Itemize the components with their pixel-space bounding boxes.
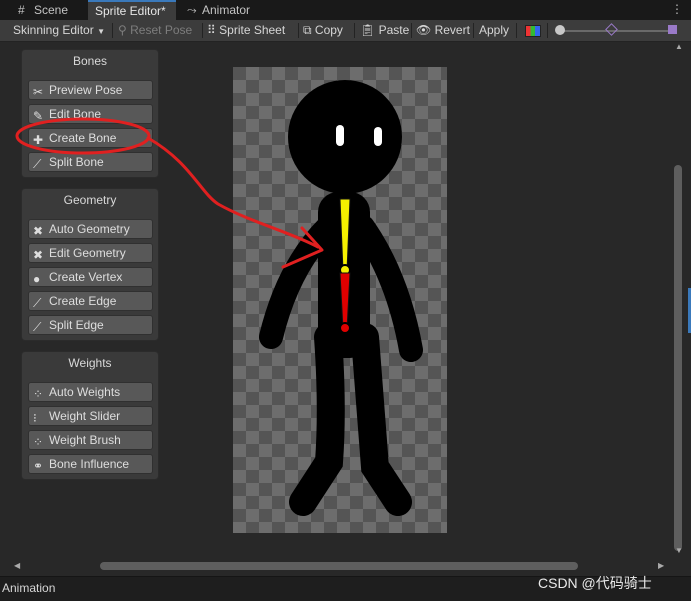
dropdown-arrow-icon: ▼	[97, 27, 105, 36]
revert-label: Revert	[434, 23, 470, 37]
sprite-viewport[interactable]: Bones ✂ Preview Pose ✎ Edit Bone ✚ Creat…	[0, 42, 691, 559]
zoom-slider-handle[interactable]	[555, 25, 565, 35]
tab-scene[interactable]: # Scene	[14, 0, 84, 20]
horizontal-scrollbar[interactable]: ◀ ▶	[0, 559, 691, 573]
apply-label: Apply	[479, 23, 510, 37]
watermark-text: CSDN @代码骑士	[538, 575, 652, 591]
grid-icon: #	[18, 3, 25, 17]
horizontal-scroll-thumb[interactable]	[100, 562, 578, 570]
paste-icon: 📋︎	[360, 23, 376, 37]
mip-max-icon	[668, 25, 677, 34]
mip-marker-icon	[605, 23, 618, 36]
status-bar: Animation CSDN @代码骑士	[0, 575, 691, 601]
sprite-sheet-icon: ⠿	[207, 23, 216, 37]
scroll-down-arrow-icon[interactable]: ▼	[675, 546, 683, 555]
tab-sprite-editor[interactable]: Sprite Editor*	[88, 0, 176, 20]
copy-label: Copy	[314, 23, 343, 37]
revert-button[interactable]: 👁︎ Revert	[416, 20, 470, 41]
tab-scene-label: Scene	[34, 3, 69, 17]
mode-dropdown[interactable]: Skinning Editor ▼	[13, 20, 105, 41]
zoom-slider[interactable]	[555, 23, 677, 37]
mode-dropdown-label: Skinning Editor	[13, 23, 94, 37]
vertical-scrollbar[interactable]: ▲ ▼	[671, 42, 691, 559]
copy-button[interactable]: ⧉ Copy	[303, 20, 343, 41]
annotation-circle	[15, 117, 151, 155]
reset-pose-icon: ⚲	[118, 23, 127, 37]
vertical-scroll-thumb[interactable]	[674, 165, 682, 551]
copy-icon: ⧉	[303, 23, 312, 37]
animator-icon: ⤳	[187, 3, 197, 17]
sprite-sheet-label: Sprite Sheet	[219, 23, 286, 37]
paste-button[interactable]: 📋︎ Paste	[360, 20, 409, 41]
reset-pose-button[interactable]: ⚲ Reset Pose	[118, 20, 192, 41]
scroll-right-arrow-icon[interactable]: ▶	[658, 561, 664, 570]
sprite-editor-toolbar: Skinning Editor ▼ ⚲ Reset Pose ⠿ Sprite …	[0, 20, 691, 42]
reset-pose-label: Reset Pose	[130, 23, 193, 37]
scroll-up-arrow-icon[interactable]: ▲	[675, 42, 683, 51]
tab-animator-label: Animator	[202, 3, 251, 17]
apply-button[interactable]: Apply	[479, 20, 509, 41]
eye-icon: 👁︎	[416, 23, 432, 37]
annotation-arrow-line	[146, 136, 320, 249]
scroll-left-arrow-icon[interactable]: ◀	[14, 561, 20, 570]
tab-animator[interactable]: ⤳ Animator	[183, 0, 263, 20]
tab-sprite-editor-label: Sprite Editor*	[95, 4, 166, 18]
animation-panel-label[interactable]: Animation	[2, 581, 55, 595]
editor-tab-bar: # Scene Sprite Editor* ⤳ Animator ⋮	[0, 0, 691, 20]
sprite-sheet-button[interactable]: ⠿ Sprite Sheet	[207, 20, 285, 41]
annotation-overlay	[15, 117, 324, 269]
paste-label: Paste	[378, 23, 410, 37]
color-channel-icon[interactable]	[525, 25, 541, 37]
more-options-icon[interactable]: ⋮	[671, 2, 683, 16]
